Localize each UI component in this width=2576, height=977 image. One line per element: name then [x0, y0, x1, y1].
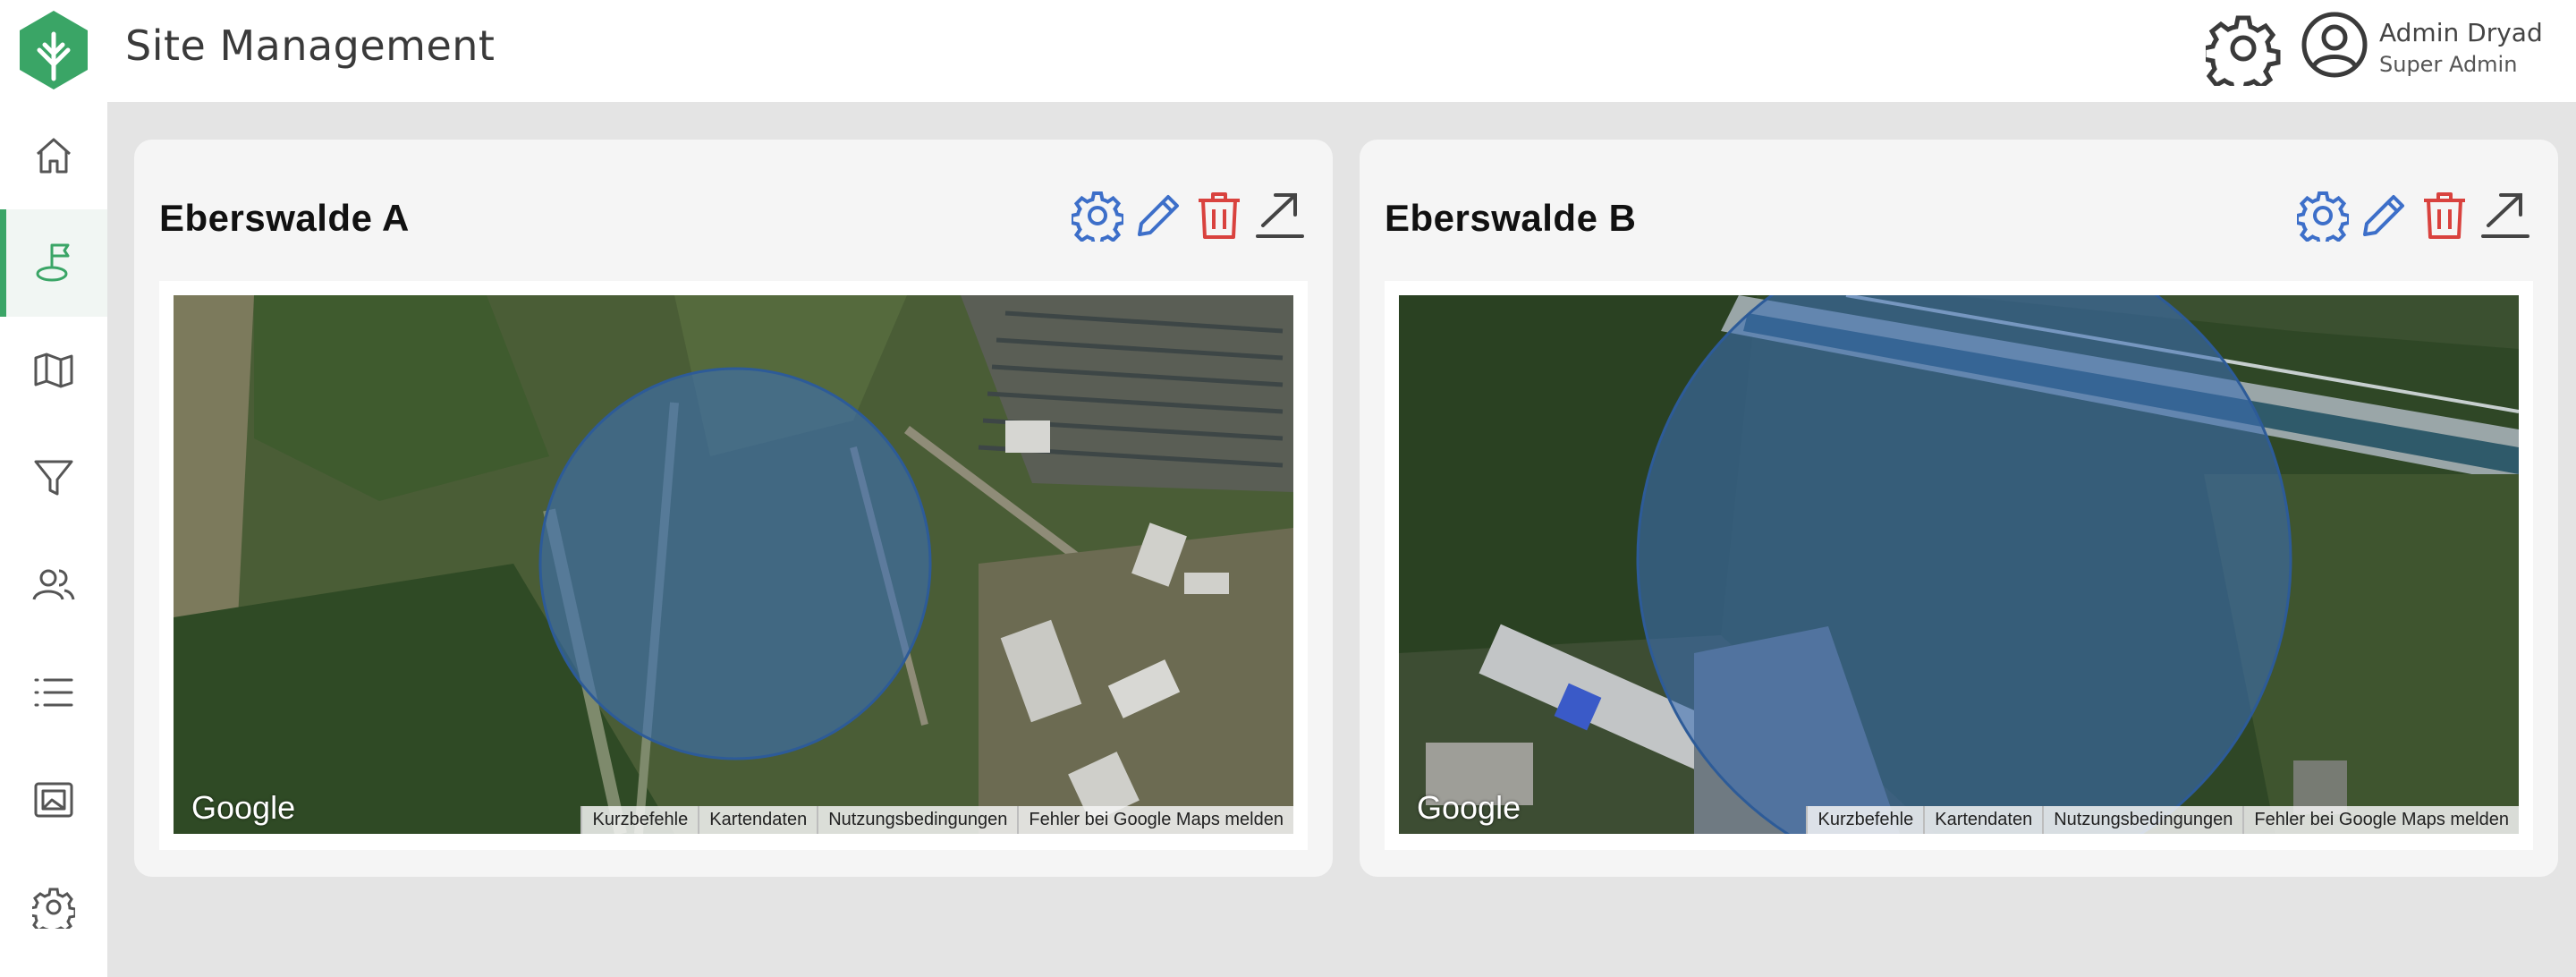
- site-card: Eberswalde A Google Kurzbefehle Kartenda…: [134, 140, 1333, 877]
- map-shortcuts-link[interactable]: Kurzbefehle: [580, 806, 698, 834]
- google-logo: Google: [1417, 789, 1521, 826]
- card-actions: [2297, 190, 2531, 242]
- map-frame: Google Kurzbefehle Kartendaten Nutzungsb…: [159, 281, 1308, 850]
- satellite-imagery: [174, 295, 1293, 834]
- edit-site-button[interactable]: [2358, 190, 2410, 242]
- sidebar-item-map[interactable]: [0, 317, 107, 424]
- map-report-error-link[interactable]: Fehler bei Google Maps melden: [1017, 806, 1293, 834]
- map-attribution-bar: Kurzbefehle Kartendaten Nutzungsbedingun…: [1806, 806, 2519, 834]
- user-role: Super Admin: [2379, 52, 2518, 77]
- open-site-button[interactable]: [2479, 190, 2531, 242]
- site-settings-button[interactable]: [2297, 190, 2349, 242]
- open-site-button[interactable]: [1254, 190, 1306, 242]
- sidebar: [0, 102, 107, 977]
- user-avatar-icon[interactable]: [2301, 11, 2368, 79]
- page-title: Site Management: [125, 21, 496, 70]
- sidebar-item-list[interactable]: [0, 639, 107, 746]
- pencil-icon: [2363, 195, 2404, 236]
- open-external-icon: [1256, 193, 1304, 238]
- trash-icon: [2424, 192, 2465, 239]
- gallery-icon: [34, 782, 73, 818]
- map-icon: [34, 353, 73, 388]
- satellite-map[interactable]: Google Kurzbefehle Kartendaten Nutzungsb…: [1399, 295, 2519, 834]
- open-external-icon: [2481, 193, 2529, 238]
- site-title: Eberswalde A: [159, 197, 410, 239]
- users-icon: [32, 569, 75, 600]
- top-bar: Site Management Admin Dryad Super Admin: [0, 0, 2576, 102]
- site-flag-icon: [36, 243, 70, 282]
- google-logo: Google: [191, 789, 296, 826]
- home-icon: [37, 138, 71, 174]
- trash-icon: [1199, 192, 1240, 239]
- site-title: Eberswalde B: [1385, 197, 1637, 239]
- settings-gear-icon: [1072, 191, 1123, 242]
- sidebar-item-users[interactable]: [0, 531, 107, 639]
- filter-icon: [34, 460, 73, 496]
- gear-icon: [32, 888, 75, 929]
- dryad-logo-icon: [20, 11, 88, 89]
- map-report-error-link[interactable]: Fehler bei Google Maps melden: [2242, 806, 2519, 834]
- sidebar-item-sites[interactable]: [0, 209, 107, 317]
- map-frame: Google Kurzbefehle Kartendaten Nutzungsb…: [1385, 281, 2533, 850]
- edit-site-button[interactable]: [1132, 190, 1184, 242]
- list-icon: [34, 678, 73, 707]
- sidebar-item-settings[interactable]: [0, 854, 107, 961]
- map-data-link[interactable]: Kartendaten: [1923, 806, 2042, 834]
- user-name: Admin Dryad: [2379, 18, 2543, 47]
- card-actions: [1072, 190, 1306, 242]
- settings-gear-icon: [2297, 191, 2349, 242]
- map-shortcuts-link[interactable]: Kurzbefehle: [1806, 806, 1923, 834]
- satellite-map[interactable]: Google Kurzbefehle Kartendaten Nutzungsb…: [174, 295, 1293, 834]
- map-terms-link[interactable]: Nutzungsbedingungen: [817, 806, 1017, 834]
- sidebar-item-filter[interactable]: [0, 424, 107, 531]
- site-card: Eberswalde B Google Kurzbefehle Kartenda…: [1360, 140, 2558, 877]
- settings-gear-icon[interactable]: [2206, 11, 2281, 86]
- satellite-imagery: [1399, 295, 2519, 834]
- delete-site-button[interactable]: [2419, 190, 2470, 242]
- map-terms-link[interactable]: Nutzungsbedingungen: [2042, 806, 2242, 834]
- sidebar-item-home[interactable]: [0, 102, 107, 209]
- site-settings-button[interactable]: [1072, 190, 1123, 242]
- delete-site-button[interactable]: [1193, 190, 1245, 242]
- sidebar-item-gallery[interactable]: [0, 746, 107, 854]
- map-data-link[interactable]: Kartendaten: [698, 806, 817, 834]
- map-attribution-bar: Kurzbefehle Kartendaten Nutzungsbedingun…: [580, 806, 1293, 834]
- pencil-icon: [1138, 195, 1179, 236]
